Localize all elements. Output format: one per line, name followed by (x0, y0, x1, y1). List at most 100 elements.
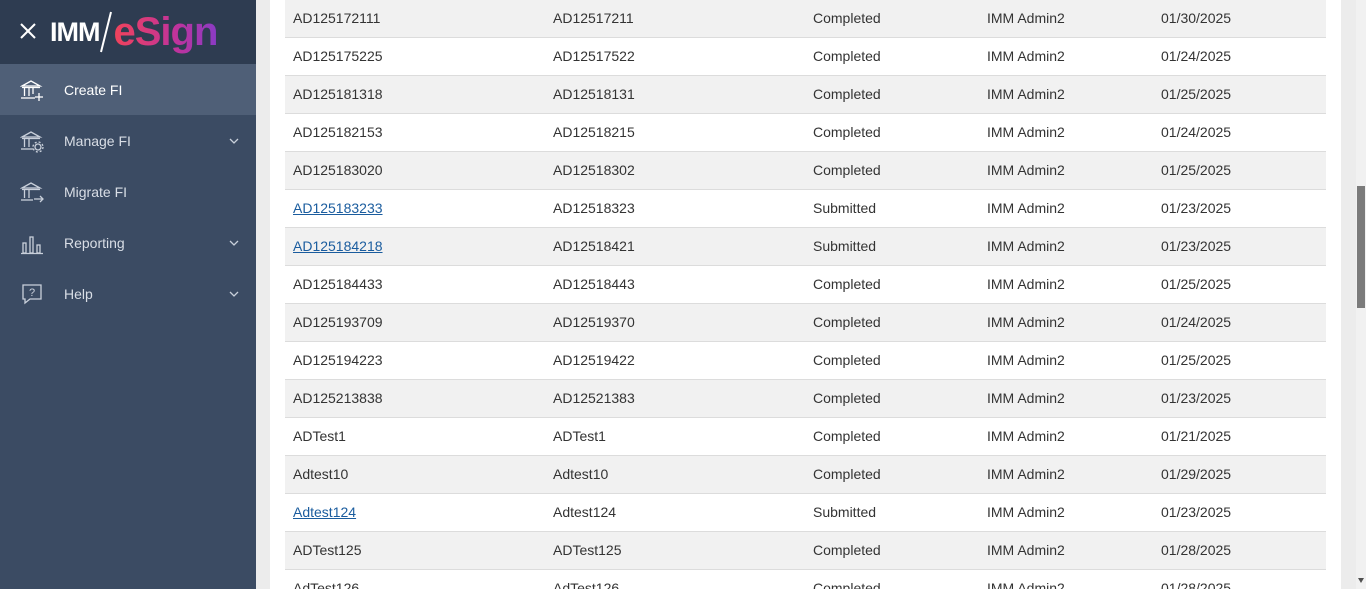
fi-id-cell: AD125184433 (293, 276, 383, 292)
sidebar-item-label: Reporting (64, 234, 125, 251)
user-cell: IMM Admin2 (987, 428, 1065, 444)
fi-name-cell: Adtest124 (553, 504, 617, 520)
fi-id-cell: AD125172111 (293, 10, 381, 26)
fi-name-cell: AD12518323 (553, 200, 635, 216)
bank-migrate-icon (20, 181, 44, 202)
sidebar-item-help[interactable]: ? Help (0, 268, 256, 319)
fi-id-cell[interactable]: Adtest124 (293, 494, 356, 531)
status-cell: Completed (813, 162, 881, 178)
sidebar-item-label: Create FI (64, 81, 123, 98)
fi-name-cell: AD12518443 (553, 276, 635, 292)
bar-chart-icon (21, 235, 43, 254)
fi-name-cell: AD12518131 (553, 86, 635, 102)
user-cell: IMM Admin2 (987, 124, 1065, 140)
user-cell: IMM Admin2 (987, 390, 1065, 406)
logo-slash (100, 11, 113, 53)
help-icon: ? (22, 283, 42, 304)
user-cell: IMM Admin2 (987, 86, 1065, 102)
fi-name-cell: AD12521383 (553, 390, 635, 406)
status-cell: Completed (813, 580, 881, 589)
date-cell: 01/24/2025 (1161, 48, 1232, 64)
fi-name-cell: AD12518215 (553, 124, 635, 140)
fi-id-cell[interactable]: AD125183233 (293, 190, 383, 227)
scrollbar-thumb[interactable] (1357, 186, 1365, 308)
status-cell: Completed (813, 352, 881, 368)
fi-name-cell: AD12518421 (553, 238, 635, 254)
date-cell: 01/24/2025 (1161, 124, 1232, 140)
sidebar-item-label: Manage FI (64, 132, 131, 149)
fi-name-cell: AD12519370 (553, 314, 635, 330)
user-cell: IMM Admin2 (987, 504, 1065, 520)
fi-name-cell: Adtest10 (553, 466, 609, 482)
table-row: AD125193709 AD12519370 Completed IMM Admin2… (285, 304, 1326, 342)
user-cell: IMM Admin2 (987, 314, 1065, 330)
status-cell: Completed (813, 48, 881, 64)
user-cell: IMM Admin2 (987, 48, 1065, 64)
status-cell: Completed (813, 314, 881, 330)
date-cell: 01/23/2025 (1161, 390, 1232, 406)
status-cell: Completed (813, 10, 881, 26)
table-row: AD125184433 AD12518443 Completed IMM Admin2… (285, 266, 1326, 304)
chevron-down-icon (229, 291, 239, 297)
sidebar-item-create-fi[interactable]: Create FI (0, 64, 256, 115)
status-cell: Completed (813, 86, 881, 102)
vertical-scrollbar[interactable] (1356, 0, 1366, 589)
sidebar-item-reporting[interactable]: Reporting (0, 217, 256, 268)
user-cell: IMM Admin2 (987, 466, 1065, 482)
status-cell: Completed (813, 390, 881, 406)
date-cell: 01/23/2025 (1161, 238, 1232, 254)
user-cell: IMM Admin2 (987, 276, 1065, 292)
sidebar-item-label: Migrate FI (64, 183, 128, 200)
table-row: ADTest125 ADTest125 Completed IMM Admin2 01/… (285, 532, 1326, 570)
date-cell: 01/28/2025 (1161, 580, 1232, 589)
fi-id-cell: AD125193709 (293, 314, 383, 330)
user-cell: IMM Admin2 (987, 162, 1065, 178)
status-cell: Submitted (813, 238, 877, 254)
fi-id-cell: AD125175225 (293, 48, 383, 64)
fi-id-cell: Adtest10 (293, 466, 349, 482)
fi-name-cell: AdTest126 (553, 580, 620, 589)
fi-name-cell: ADTest125 (553, 542, 622, 558)
logo-esign: eSign (113, 9, 218, 54)
user-cell: IMM Admin2 (987, 10, 1065, 26)
table-row: AD125172111 AD12517211 Completed IMM Admin2… (285, 0, 1326, 38)
table-row: Adtest10 Adtest10 Completed IMM Admin2 01/29… (285, 456, 1326, 494)
table-row: ADTest1 ADTest1 Completed IMM Admin2 01/21/2… (285, 418, 1326, 456)
fi-name-cell: AD12519422 (553, 352, 635, 368)
date-cell: 01/25/2025 (1161, 352, 1232, 368)
table-row: AdTest126 AdTest126 Completed IMM Admin2 01/… (285, 570, 1326, 589)
brand-header: IMM eSign (0, 0, 256, 64)
main-content: AD125172111 AD12517211 Completed IMM Admin2… (256, 0, 1356, 589)
fi-name-cell: ADTest1 (553, 428, 606, 444)
date-cell: 01/29/2025 (1161, 466, 1232, 482)
sidebar-item-manage-fi[interactable]: Manage FI (0, 115, 256, 166)
fi-id-cell: AD125194223 (293, 352, 383, 368)
status-cell: Submitted (813, 200, 877, 216)
fi-id-cell: AD125182153 (293, 124, 383, 140)
date-cell: 01/30/2025 (1161, 10, 1232, 26)
user-cell: IMM Admin2 (987, 542, 1065, 558)
fi-id-cell[interactable]: AD125184218 (293, 228, 383, 265)
close-icon[interactable] (18, 21, 38, 41)
fi-id-cell: AD125213838 (293, 390, 383, 406)
bank-add-icon (20, 79, 43, 101)
status-cell: Completed (813, 542, 881, 558)
date-cell: 01/23/2025 (1161, 504, 1232, 520)
sidebar: IMM eSign Create FI Manage FI Migrate FI… (0, 0, 256, 589)
date-cell: 01/24/2025 (1161, 314, 1232, 330)
table-row: AD125183233 AD12518323 Submitted IMM Admin2… (285, 190, 1326, 228)
table-row: AD125183020 AD12518302 Completed IMM Admin2… (285, 152, 1326, 190)
table-row: AD125184218 AD12518421 Submitted IMM Admin2… (285, 228, 1326, 266)
bank-settings-icon (20, 130, 44, 153)
fi-name-cell: AD12517522 (553, 48, 635, 64)
table-row: AD125182153 AD12518215 Completed IMM Admin2… (285, 114, 1326, 152)
scroll-down-arrow-icon[interactable] (1358, 578, 1364, 583)
sidebar-item-migrate-fi[interactable]: Migrate FI (0, 166, 256, 217)
fi-name-cell: AD12517211 (553, 10, 634, 26)
table-row: AD125181318 AD12518131 Completed IMM Admin2… (285, 76, 1326, 114)
fi-id-cell: AD125183020 (293, 162, 383, 178)
date-cell: 01/25/2025 (1161, 86, 1232, 102)
fi-id-cell: AD125181318 (293, 86, 383, 102)
fi-table: AD125172111 AD12517211 Completed IMM Admin2… (285, 0, 1326, 589)
table-row: AD125194223 AD12519422 Completed IMM Admin2… (285, 342, 1326, 380)
